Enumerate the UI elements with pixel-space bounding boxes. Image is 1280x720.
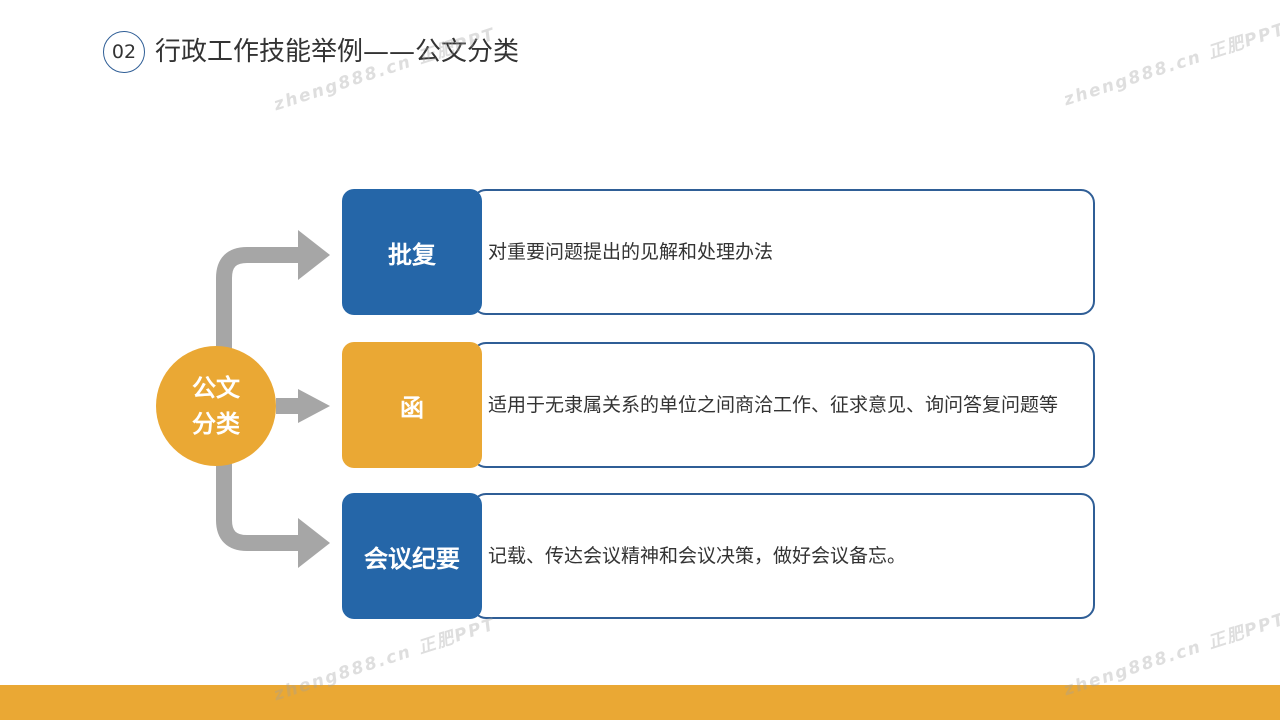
arrowhead-2: [298, 389, 330, 423]
arrowhead-1: [298, 230, 330, 280]
category-description: 记载、传达会议精神和会议决策，做好会议备忘。: [488, 545, 907, 567]
category-tag: 批复: [342, 189, 482, 315]
category-tag-label: 批复: [388, 240, 436, 269]
category-tag-label: 会议纪要: [364, 544, 460, 573]
hub-label-line1: 公文: [192, 374, 240, 402]
category-description-box: 适用于无隶属关系的单位之间商洽工作、征求意见、询问答复问题等: [472, 342, 1095, 468]
category-description: 对重要问题提出的见解和处理办法: [488, 241, 774, 263]
category-tag: 会议纪要: [342, 493, 482, 619]
hub-circle: 公文 分类: [156, 346, 276, 466]
category-tag: 函: [342, 342, 482, 468]
arrowhead-3: [298, 518, 330, 568]
footer-bar: [0, 685, 1280, 720]
category-description: 适用于无隶属关系的单位之间商洽工作、征求意见、询问答复问题等: [488, 394, 1059, 416]
category-row-1: 对重要问题提出的见解和处理办法 批复: [342, 189, 1095, 315]
category-description-box: 对重要问题提出的见解和处理办法: [472, 189, 1095, 315]
category-description-box: 记载、传达会议精神和会议决策，做好会议备忘。: [472, 493, 1095, 619]
category-row-2: 适用于无隶属关系的单位之间商洽工作、征求意见、询问答复问题等 函: [342, 342, 1095, 468]
category-tag-label: 函: [400, 393, 424, 422]
hub-label-line2: 分类: [192, 410, 240, 438]
arrow-to-item-1: [216, 247, 300, 350]
arrow-to-item-3: [216, 462, 300, 551]
category-row-3: 记载、传达会议精神和会议决策，做好会议备忘。 会议纪要: [342, 493, 1095, 619]
